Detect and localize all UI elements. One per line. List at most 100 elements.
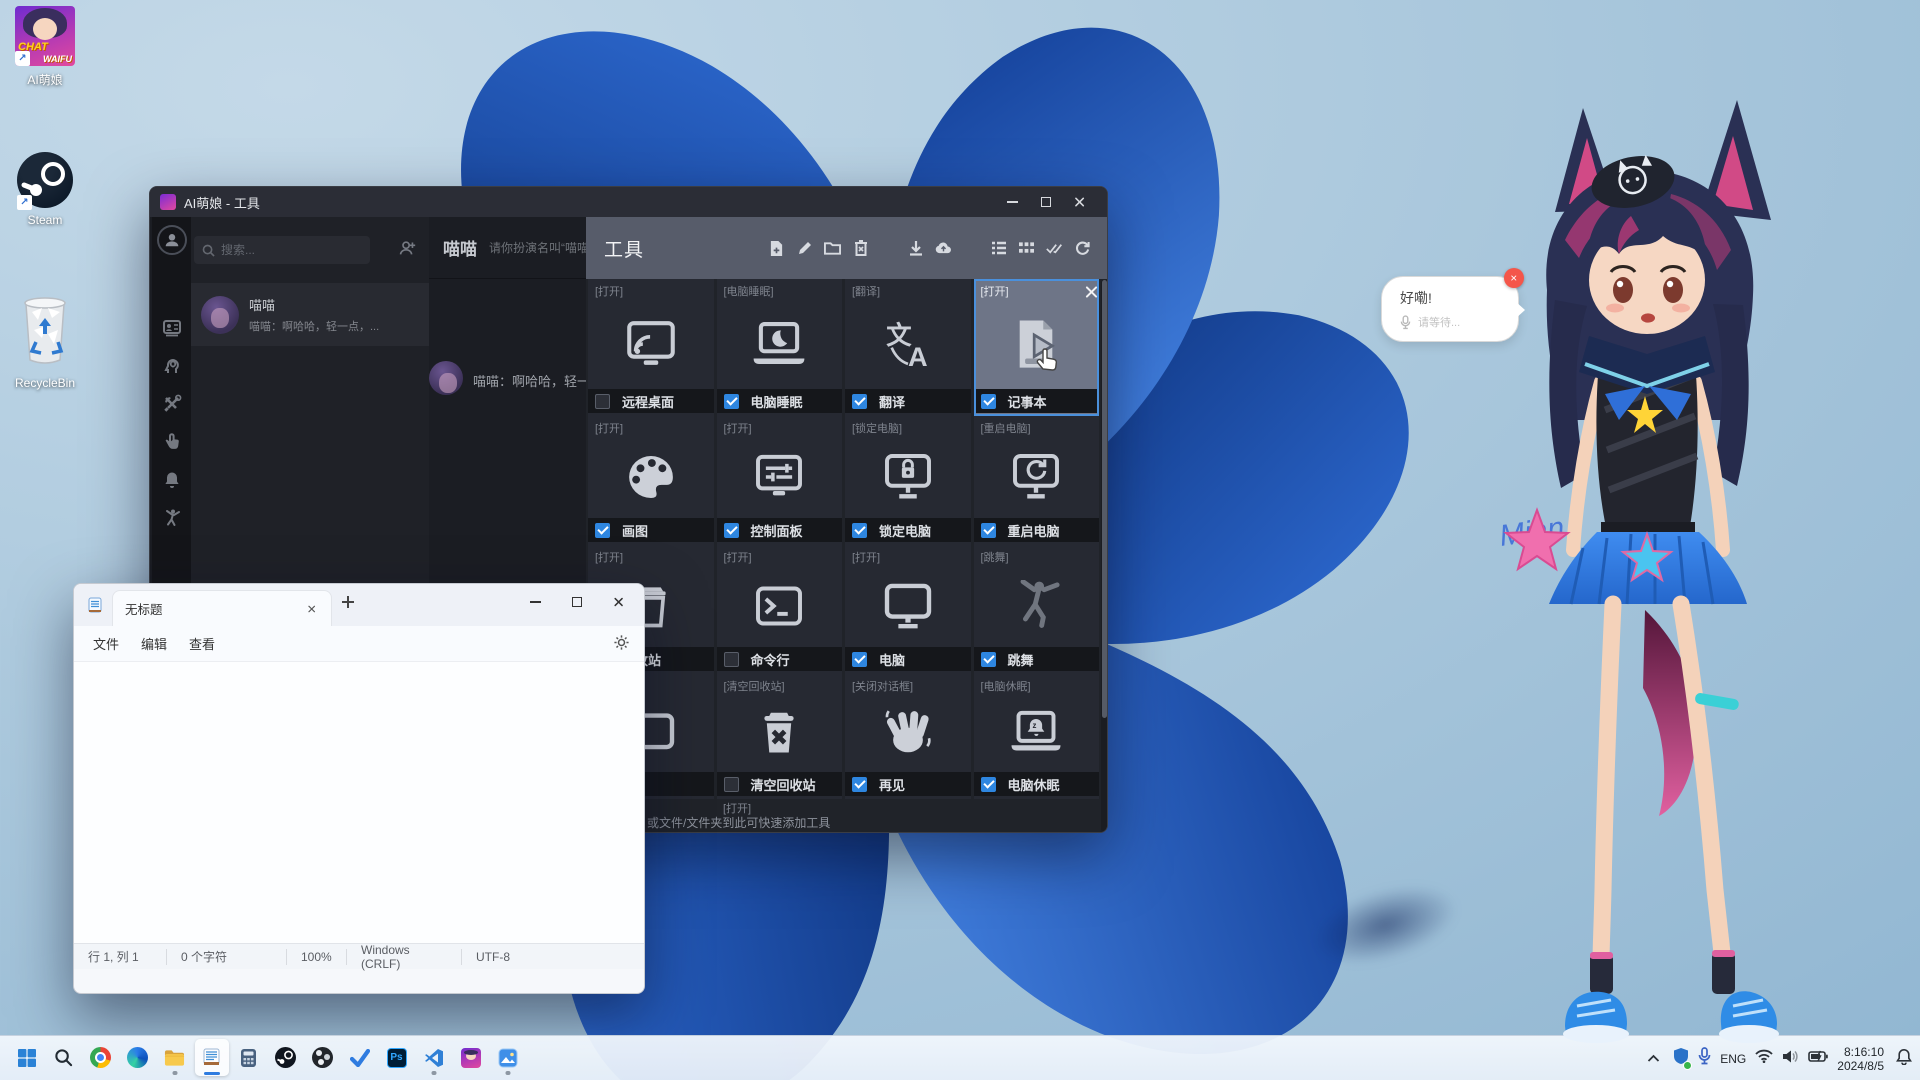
chatwaifu-taskbar-icon[interactable] xyxy=(454,1039,488,1076)
text-editor-area[interactable] xyxy=(74,662,644,943)
file-explorer-icon[interactable] xyxy=(158,1039,192,1076)
contacts-icon[interactable] xyxy=(161,317,183,339)
tool-card-computer[interactable]: [打开] 电脑 xyxy=(845,545,971,674)
photos-icon[interactable] xyxy=(491,1039,525,1076)
tool-checkbox[interactable] xyxy=(724,394,739,409)
maximize-button[interactable] xyxy=(1029,190,1063,214)
notepad-taskbar-icon[interactable] xyxy=(195,1039,229,1076)
tool-checkbox[interactable] xyxy=(981,777,996,792)
tool-card-paint[interactable]: [打开] 画图 xyxy=(588,416,714,545)
desktop-icon-steam[interactable]: ↗ Steam xyxy=(0,152,90,227)
tool-checkbox[interactable] xyxy=(981,394,996,409)
tool-checkbox[interactable] xyxy=(852,394,867,409)
microphone-icon[interactable] xyxy=(1698,1047,1711,1070)
edge-icon[interactable] xyxy=(121,1039,155,1076)
tool-checkbox[interactable] xyxy=(852,777,867,792)
edit-icon[interactable] xyxy=(796,240,813,257)
tool-card-goodbye[interactable]: [关闭对话框] 再见 xyxy=(845,674,971,799)
photoshop-icon[interactable]: Ps xyxy=(380,1039,414,1076)
status-encoding[interactable]: UTF-8 xyxy=(462,949,524,965)
folder-icon[interactable] xyxy=(824,240,841,257)
search-input[interactable] xyxy=(221,243,351,257)
new-tab-button[interactable] xyxy=(342,596,362,616)
dance-icon[interactable] xyxy=(161,507,183,529)
notepad-statusbar: 行 1, 列 1 0 个字符 100% Windows (CRLF) UTF-8 xyxy=(74,943,644,969)
grid-view-icon[interactable] xyxy=(1018,240,1035,257)
menu-edit[interactable]: 编辑 xyxy=(130,629,178,658)
tool-card-pc-sleep[interactable]: [电脑睡眠] 电脑睡眠 xyxy=(717,279,843,416)
tool-checkbox[interactable] xyxy=(724,523,739,538)
vtuber-character[interactable]: Mian xyxy=(1495,90,1825,1045)
tool-checkbox[interactable] xyxy=(981,523,996,538)
tool-card-dance[interactable]: [跳舞] 跳舞 xyxy=(974,545,1100,674)
steam-taskbar-icon[interactable] xyxy=(269,1039,303,1076)
tool-checkbox[interactable] xyxy=(981,652,996,667)
tool-card-lock-pc[interactable]: [锁定电脑] 锁定电脑 xyxy=(845,416,971,545)
desktop-icon-recyclebin[interactable]: RecycleBin xyxy=(0,290,90,390)
add-contact-icon[interactable] xyxy=(397,239,417,262)
close-button[interactable] xyxy=(1063,190,1097,214)
security-shield-icon[interactable] xyxy=(1673,1047,1689,1070)
minimize-button[interactable] xyxy=(995,190,1029,214)
tool-card-control-panel[interactable]: [打开] 控制面板 xyxy=(717,416,843,545)
calculator-icon[interactable] xyxy=(232,1039,266,1076)
check-all-icon[interactable] xyxy=(1046,240,1063,257)
status-line-ending[interactable]: Windows (CRLF) xyxy=(347,949,462,965)
search-box[interactable] xyxy=(194,236,370,264)
tool-checkbox[interactable] xyxy=(595,523,610,538)
window-titlebar[interactable]: AI萌娘 - 工具 xyxy=(150,187,1107,217)
tool-card-translate[interactable]: [翻译] 文A 翻译 xyxy=(845,279,971,416)
download-icon[interactable] xyxy=(907,240,924,257)
settings-gear-icon[interactable] xyxy=(613,634,630,656)
remote-desktop-icon xyxy=(588,299,714,389)
blue-check-app-icon[interactable] xyxy=(343,1039,377,1076)
tool-checkbox[interactable] xyxy=(724,777,739,792)
new-file-icon[interactable] xyxy=(768,240,785,257)
tool-checkbox[interactable] xyxy=(852,652,867,667)
notepad-tab[interactable]: 无标题 xyxy=(112,590,332,626)
tray-chevron-icon[interactable] xyxy=(1647,1050,1660,1068)
tool-card-terminal[interactable]: [打开] 命令行 xyxy=(717,545,843,674)
notepad-titlebar[interactable]: 无标题 xyxy=(74,584,644,626)
wifi-icon[interactable] xyxy=(1755,1049,1773,1068)
battery-icon[interactable] xyxy=(1808,1050,1828,1068)
message-avatar xyxy=(429,361,463,395)
taskbar-clock[interactable]: 8:16:10 2024/8/5 xyxy=(1837,1045,1884,1073)
close-button[interactable] xyxy=(598,584,640,620)
menu-file[interactable]: 文件 xyxy=(82,629,130,658)
taskbar-search-icon[interactable] xyxy=(47,1039,81,1076)
bell-icon[interactable] xyxy=(161,469,183,491)
delete-icon[interactable] xyxy=(852,240,869,257)
chat-list-item[interactable]: 喵喵 喵喵：啊哈哈，轻一点，... xyxy=(191,283,429,346)
bubble-close-icon[interactable] xyxy=(1504,268,1524,288)
menu-view[interactable]: 查看 xyxy=(178,629,226,658)
tools-icon[interactable] xyxy=(161,393,183,415)
tool-card-empty-recycle[interactable]: [清空回收站] 清空回收站 xyxy=(717,674,843,799)
start-button[interactable] xyxy=(10,1039,44,1076)
volume-icon[interactable] xyxy=(1782,1049,1799,1069)
chrome-icon[interactable] xyxy=(84,1039,118,1076)
tools-close-icon[interactable] xyxy=(1085,285,1099,304)
status-zoom[interactable]: 100% xyxy=(287,949,347,965)
tool-checkbox[interactable] xyxy=(852,523,867,538)
notifications-bell-icon[interactable] xyxy=(1896,1048,1912,1070)
language-indicator[interactable]: ENG xyxy=(1720,1052,1746,1066)
touch-icon[interactable] xyxy=(161,431,183,453)
tool-checkbox[interactable] xyxy=(595,394,610,409)
user-avatar[interactable] xyxy=(157,225,187,255)
desktop-icon-chatwaifu[interactable]: CHAT WAIFU ↗ AI萌娘 xyxy=(0,6,90,88)
minimize-button[interactable] xyxy=(514,584,556,620)
tools-scrollbar[interactable] xyxy=(1101,280,1107,832)
tab-close-icon[interactable] xyxy=(308,604,316,612)
vscode-icon[interactable] xyxy=(417,1039,451,1076)
refresh-icon[interactable] xyxy=(1074,240,1091,257)
tool-card-hibernate[interactable]: [电脑休眠] z 电脑休眠 xyxy=(974,674,1100,799)
list-view-icon[interactable] xyxy=(990,240,1007,257)
ai-brain-icon[interactable] xyxy=(161,355,183,377)
cloud-upload-icon[interactable] xyxy=(935,240,952,257)
tool-card-restart-pc[interactable]: [重启电脑] 重启电脑 xyxy=(974,416,1100,545)
maximize-button[interactable] xyxy=(556,584,598,620)
tool-card-remote-desktop[interactable]: [打开] 远程桌面 xyxy=(588,279,714,416)
obs-icon[interactable] xyxy=(306,1039,340,1076)
tool-checkbox[interactable] xyxy=(724,652,739,667)
